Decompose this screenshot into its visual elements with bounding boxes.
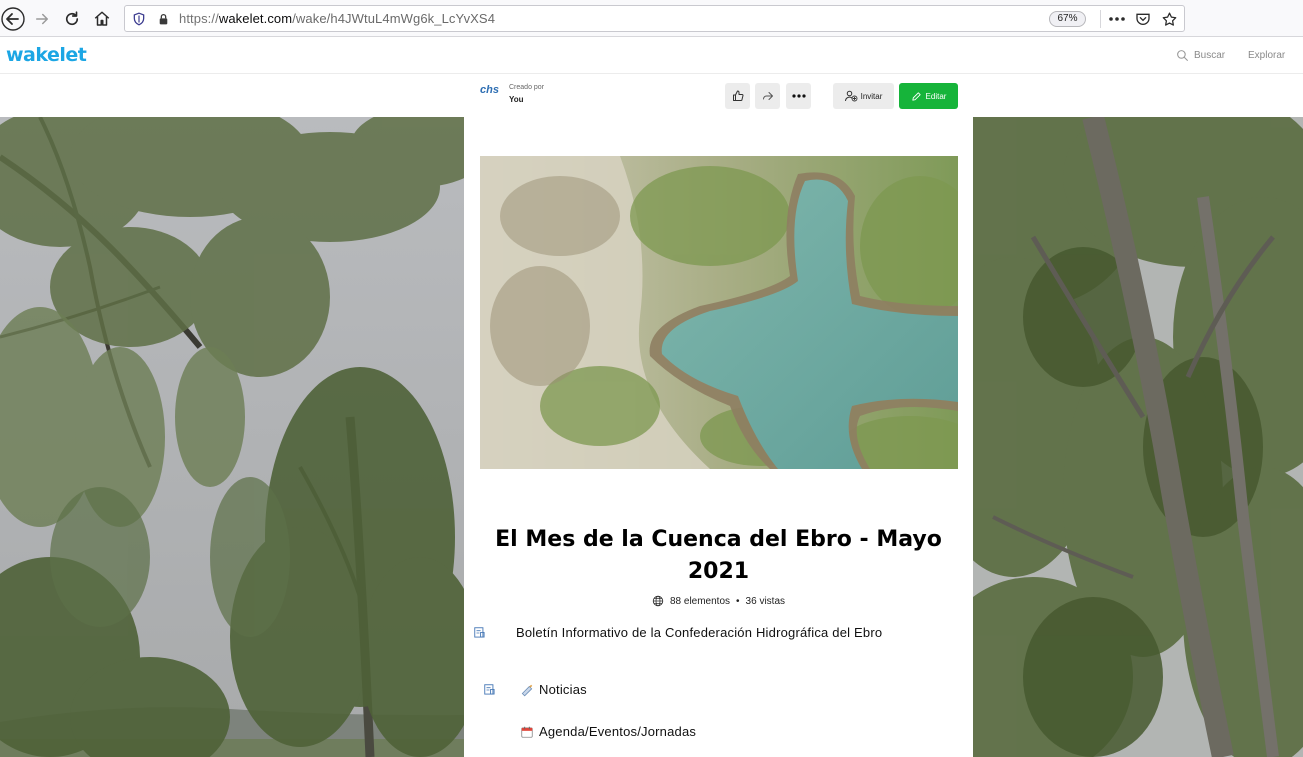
more-dots-icon — [791, 94, 806, 98]
home-icon — [94, 11, 110, 26]
more-actions-icon[interactable] — [1107, 9, 1127, 29]
reload-icon — [65, 11, 79, 26]
pencil-icon — [911, 91, 921, 101]
views-count: 36 vistas — [745, 595, 786, 607]
url-bar[interactable]: https://wakelet.com/wake/h4JWtuL4mWg6k_L… — [124, 5, 1185, 32]
globe-icon — [652, 595, 664, 607]
items-count: 88 elementos — [669, 595, 731, 607]
forward-arrow-icon — [36, 13, 48, 25]
list-item[interactable]: Agenda/Eventos/Jornadas — [464, 722, 973, 744]
calendar-icon — [521, 726, 533, 738]
collection-meta: 88 elementos • 36 vistas — [464, 595, 973, 607]
collection-title: El Mes de la Cuenca del Ebro - Mayo 2021 — [495, 527, 942, 584]
app-header: wakelet Buscar Explorar — [0, 37, 1303, 74]
invite-button[interactable]: Invitar — [833, 83, 894, 109]
list-item-text: Agenda/Eventos/Jornadas — [539, 724, 697, 739]
newspaper-icon — [521, 684, 533, 697]
share-arrow-icon — [762, 92, 773, 100]
back-arrow-icon — [1, 7, 25, 31]
meta-separator: • — [736, 595, 740, 607]
reload-button[interactable] — [59, 6, 85, 32]
creator-logo[interactable]: chs — [480, 84, 499, 96]
forward-button[interactable] — [29, 6, 55, 32]
like-button[interactable] — [725, 83, 750, 109]
lock-icon[interactable] — [153, 9, 173, 29]
background-photo-left — [0, 117, 464, 757]
search-link[interactable]: Buscar — [1176, 49, 1225, 62]
creator-name[interactable]: You — [509, 95, 524, 104]
text-card-icon — [484, 684, 495, 695]
edit-button[interactable]: Editar — [899, 83, 958, 109]
home-button[interactable] — [89, 6, 115, 32]
shield-icon[interactable] — [129, 9, 149, 29]
url-host: wakelet.com — [218, 11, 293, 26]
back-button[interactable] — [0, 6, 26, 32]
search-icon — [1177, 50, 1188, 61]
collection-toolbar: chs Creado por You Invitar Editar — [0, 74, 1303, 117]
wakelet-logo[interactable]: wakelet — [6, 44, 87, 66]
add-user-icon — [844, 90, 858, 102]
invite-label: Invitar — [860, 91, 883, 101]
search-label: Buscar — [1194, 50, 1226, 61]
url-text[interactable]: https://wakelet.com/wake/h4JWtuL4mWg6k_L… — [179, 11, 495, 26]
list-item[interactable]: Noticias — [464, 680, 973, 702]
collection-card: El Mes de la Cuenca del Ebro - Mayo 2021… — [464, 117, 973, 757]
bookmark-star-icon[interactable] — [1159, 9, 1179, 29]
explore-link[interactable]: Explorar — [1248, 50, 1285, 61]
created-by-label: Creado por — [509, 84, 545, 91]
background-photo-right — [973, 117, 1303, 757]
pocket-icon[interactable] — [1133, 9, 1153, 29]
text-card-icon — [474, 627, 485, 638]
url-divider — [1100, 10, 1101, 28]
more-options-button[interactable] — [786, 83, 811, 109]
zoom-level-badge[interactable]: 67% — [1049, 11, 1086, 27]
cover-image[interactable] — [480, 156, 958, 469]
list-item[interactable]: Boletín Informativo de la Confederación … — [464, 623, 973, 645]
browser-toolbar: https://wakelet.com/wake/h4JWtuL4mWg6k_L… — [0, 0, 1303, 37]
edit-label: Editar — [925, 91, 947, 101]
url-path: /wake/h4JWtuL4mWg6k_LcYvXS4 — [292, 11, 496, 26]
list-item-text: Noticias — [539, 682, 587, 697]
url-scheme: https:// — [179, 11, 219, 26]
thumbs-up-icon — [732, 90, 743, 101]
list-item-text: Boletín Informativo de la Confederación … — [516, 625, 883, 640]
share-button[interactable] — [755, 83, 780, 109]
